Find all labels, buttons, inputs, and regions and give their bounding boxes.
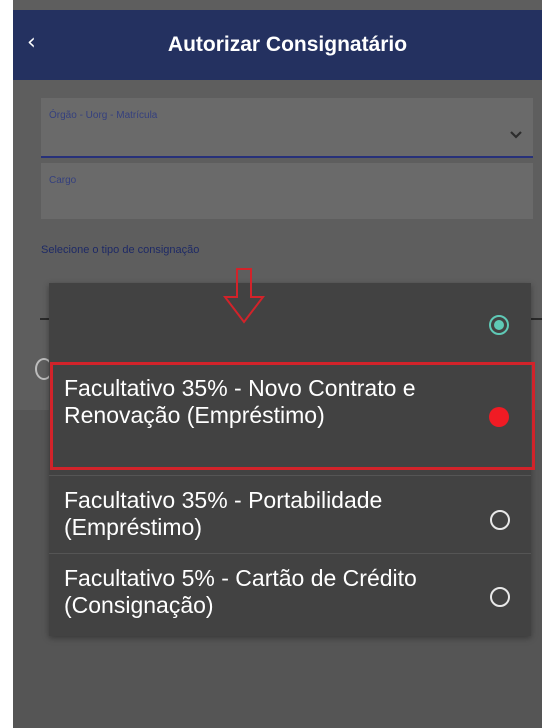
dialog-option-empty[interactable] [49,283,531,359]
app-screen: ‹ Autorizar Consignatário Órgão - Uorg -… [13,0,542,728]
consignacao-type-label: Selecione o tipo de consignação [41,244,200,256]
chevron-down-icon [510,131,522,139]
page-title: Autorizar Consignatário [167,33,408,56]
arrow-down-icon [223,268,265,324]
dialog-option-portabilidade[interactable]: Facultativo 35% - Portabilidade (Emprést… [49,475,531,554]
radio-selected-icon[interactable] [489,315,509,335]
cargo-field[interactable]: Cargo [41,163,533,219]
option-label: Facultativo 5% - Cartão de Crédito (Cons… [64,565,417,618]
app-header: ‹ Autorizar Consignatário [13,10,542,80]
orgao-uorg-matricula-select[interactable]: Órgão - Uorg - Matrícula [41,98,533,158]
option-label: Facultativo 35% - Portabilidade (Emprést… [64,487,383,540]
dialog-option-cartao-credito[interactable]: Facultativo 5% - Cartão de Crédito (Cons… [49,553,531,633]
highlight-box [50,362,535,470]
orgao-field-label: Órgão - Uorg - Matrícula [49,110,158,121]
cargo-field-label: Cargo [49,175,77,186]
radio-unselected-icon[interactable] [490,587,510,607]
radio-unselected-icon[interactable] [490,510,510,530]
